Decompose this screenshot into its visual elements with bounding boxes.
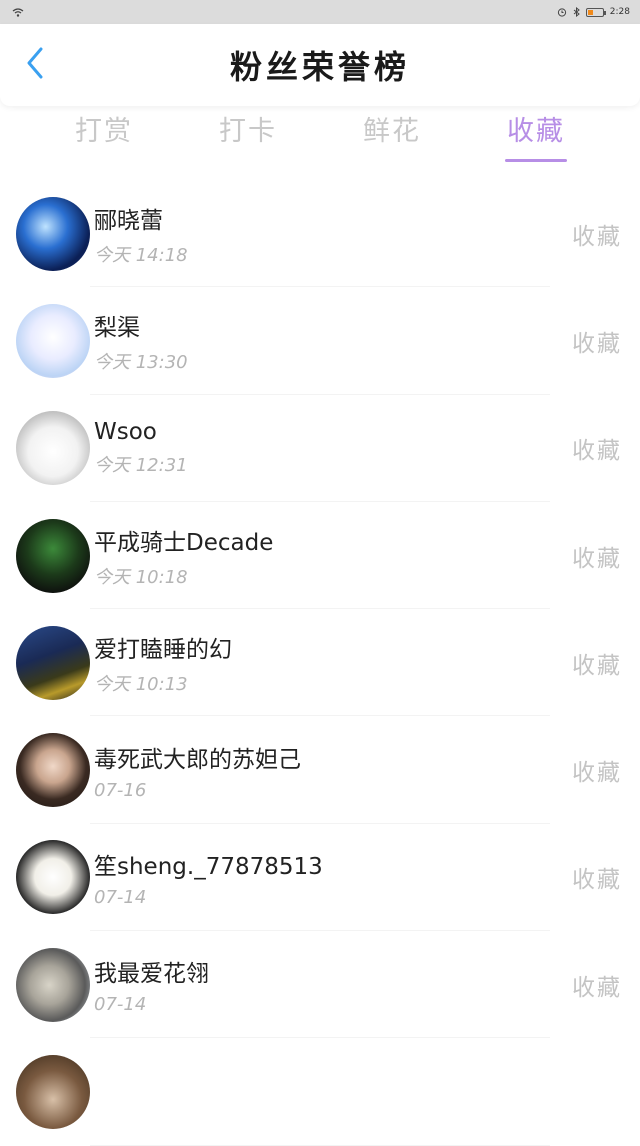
item-info: 笙sheng._77878513 07-14 <box>90 847 572 908</box>
battery-icon <box>585 7 606 17</box>
item-info <box>90 1089 622 1095</box>
list-item[interactable]: Wsoo 今天 12:31 收藏 <box>0 395 640 503</box>
list-item[interactable]: 毒死武大郎的苏妲己 07-16 收藏 <box>0 716 640 825</box>
user-name: 爱打瞌睡的幻 <box>94 636 232 663</box>
status-time: 2:28 <box>609 7 630 17</box>
user-name: 我最爱花翎 <box>94 961 209 988</box>
tab-flowers[interactable]: 鲜花 <box>320 106 464 168</box>
item-action-label: 收藏 <box>572 438 622 465</box>
tab-label: 打卡 <box>219 116 277 147</box>
avatar[interactable] <box>16 303 90 378</box>
avatar[interactable] <box>16 947 90 1022</box>
list-item[interactable]: 梨渠 今天 13:30 收藏 <box>0 287 640 395</box>
user-name: 毒死武大郎的苏妲己 <box>94 746 301 773</box>
user-name: 郦晓蕾 <box>94 207 163 234</box>
alarm-icon <box>557 7 567 17</box>
avatar[interactable] <box>16 733 90 808</box>
item-time: 今天 14:18 <box>94 244 188 266</box>
active-tab-underline <box>505 159 567 162</box>
status-right: 2:28 <box>557 7 630 17</box>
user-name: 梨渠 <box>94 314 140 341</box>
avatar[interactable] <box>16 1055 90 1130</box>
item-time: 今天 10:18 <box>94 566 188 588</box>
item-info: 爱打瞌睡的幻 今天 10:13 <box>90 630 572 696</box>
avatar[interactable] <box>16 518 90 593</box>
status-left <box>12 7 24 17</box>
list-item[interactable]: 郦晓蕾 今天 14:18 收藏 <box>0 180 640 288</box>
avatar[interactable] <box>16 840 90 915</box>
item-info: 平成骑士Decade 今天 10:18 <box>90 523 572 589</box>
user-name: 笙sheng._77878513 <box>94 853 323 880</box>
list-item[interactable]: 我最爱花翎 07-14 收藏 <box>0 931 640 1039</box>
page-title: 粉丝荣誉榜 <box>229 48 410 86</box>
avatar[interactable] <box>16 196 90 271</box>
tab-label: 收藏 <box>507 116 565 147</box>
item-time: 今天 13:30 <box>94 351 188 373</box>
item-info: 郦晓蕾 今天 14:18 <box>90 201 572 267</box>
user-name: 平成骑士Decade <box>94 529 274 556</box>
tab-label: 打赏 <box>75 116 133 147</box>
tab-collect[interactable]: 收藏 <box>464 106 608 168</box>
list-item[interactable]: 笙sheng._77878513 07-14 收藏 <box>0 824 640 932</box>
back-button[interactable] <box>20 45 50 85</box>
header: 粉丝荣誉榜 <box>0 24 640 106</box>
item-action-label: 收藏 <box>572 652 622 679</box>
item-info: Wsoo 今天 12:31 <box>90 419 572 477</box>
item-action-label: 收藏 <box>572 760 622 787</box>
item-info: 梨渠 今天 13:30 <box>90 308 572 374</box>
avatar[interactable] <box>16 625 90 700</box>
avatar[interactable] <box>16 411 90 486</box>
item-time: 07-14 <box>94 886 147 908</box>
item-info: 我最爱花翎 07-14 <box>90 954 572 1015</box>
tab-reward[interactable]: 打赏 <box>32 106 176 168</box>
tab-label: 鲜花 <box>363 116 421 147</box>
wifi-icon <box>12 7 24 17</box>
item-action-label: 收藏 <box>572 545 622 572</box>
user-name: Wsoo <box>94 419 157 446</box>
bluetooth-icon <box>573 7 580 17</box>
item-action-label: 收藏 <box>572 867 622 894</box>
item-action-label: 收藏 <box>572 974 622 1001</box>
item-time: 07-14 <box>94 994 147 1016</box>
item-action-label: 收藏 <box>572 223 622 250</box>
item-time: 07-16 <box>94 779 147 801</box>
fan-list: 郦晓蕾 今天 14:18 收藏 梨渠 今天 13:30 收藏 Wsoo 今天 1… <box>0 168 640 1146</box>
item-action-label: 收藏 <box>572 330 622 357</box>
item-info: 毒死武大郎的苏妲己 07-16 <box>90 740 572 801</box>
chevron-left-icon <box>26 47 44 83</box>
list-item[interactable] <box>0 1038 640 1146</box>
status-bar: 2:28 <box>0 0 640 24</box>
list-item[interactable]: 爱打瞌睡的幻 今天 10:13 收藏 <box>0 609 640 717</box>
list-item[interactable]: 平成骑士Decade 今天 10:18 收藏 <box>0 502 640 610</box>
tab-checkin[interactable]: 打卡 <box>176 106 320 168</box>
item-time: 今天 10:13 <box>94 673 188 695</box>
item-time: 今天 12:31 <box>94 455 188 477</box>
tab-bar: 打赏 打卡 鲜花 收藏 <box>0 106 640 168</box>
